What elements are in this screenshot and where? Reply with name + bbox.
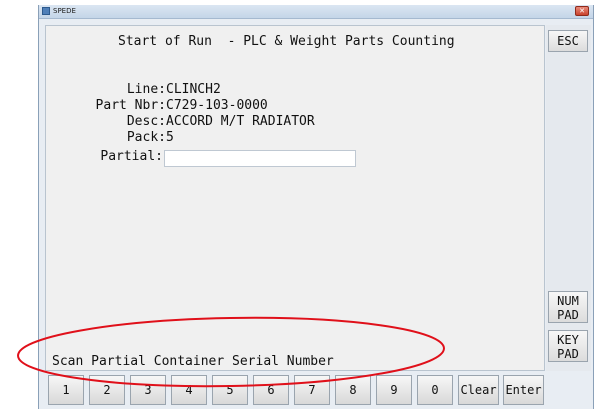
status-message: Scan Partial Container Serial Number <box>52 354 334 369</box>
line-value: CLINCH2 <box>166 82 221 97</box>
partial-label: Partial: <box>100 149 163 164</box>
desc-label: Desc: <box>126 114 166 129</box>
key-9-button[interactable]: 9 <box>376 375 412 405</box>
app-icon <box>42 7 50 15</box>
key-1-button[interactable]: 1 <box>48 375 84 405</box>
pack-value: 5 <box>166 130 174 145</box>
key-4-button[interactable]: 4 <box>171 375 207 405</box>
pack-label: Pack: <box>126 130 166 145</box>
part-nbr-value: C729-103-0000 <box>166 98 268 113</box>
part-nbr-label: Part Nbr: <box>95 98 166 113</box>
title-bar: SPEDE ✕ <box>39 5 593 19</box>
key-pad-button[interactable]: KEY PAD <box>548 330 588 362</box>
clear-button[interactable]: Clear <box>458 375 499 405</box>
partial-input[interactable] <box>164 150 356 167</box>
key-6-button[interactable]: 6 <box>253 375 289 405</box>
close-icon[interactable]: ✕ <box>575 6 589 16</box>
key-3-button[interactable]: 3 <box>130 375 166 405</box>
key-0-button[interactable]: 0 <box>417 375 453 405</box>
key-5-button[interactable]: 5 <box>212 375 248 405</box>
line-label: Line: <box>126 82 166 97</box>
num-pad-button[interactable]: NUM PAD <box>548 291 588 323</box>
key-2-button[interactable]: 2 <box>89 375 125 405</box>
app-window: SPEDE ✕ Start of Run - PLC & Weight Part… <box>38 5 594 409</box>
enter-button[interactable]: Enter <box>503 375 544 405</box>
esc-button[interactable]: ESC <box>548 30 588 52</box>
window-title: SPEDE <box>53 7 76 15</box>
main-panel: Start of Run - PLC & Weight Parts Counti… <box>45 25 545 371</box>
key-8-button[interactable]: 8 <box>335 375 371 405</box>
screen-header: Start of Run - PLC & Weight Parts Counti… <box>118 34 455 49</box>
desc-value: ACCORD M/T RADIATOR <box>166 114 315 129</box>
key-7-button[interactable]: 7 <box>294 375 330 405</box>
